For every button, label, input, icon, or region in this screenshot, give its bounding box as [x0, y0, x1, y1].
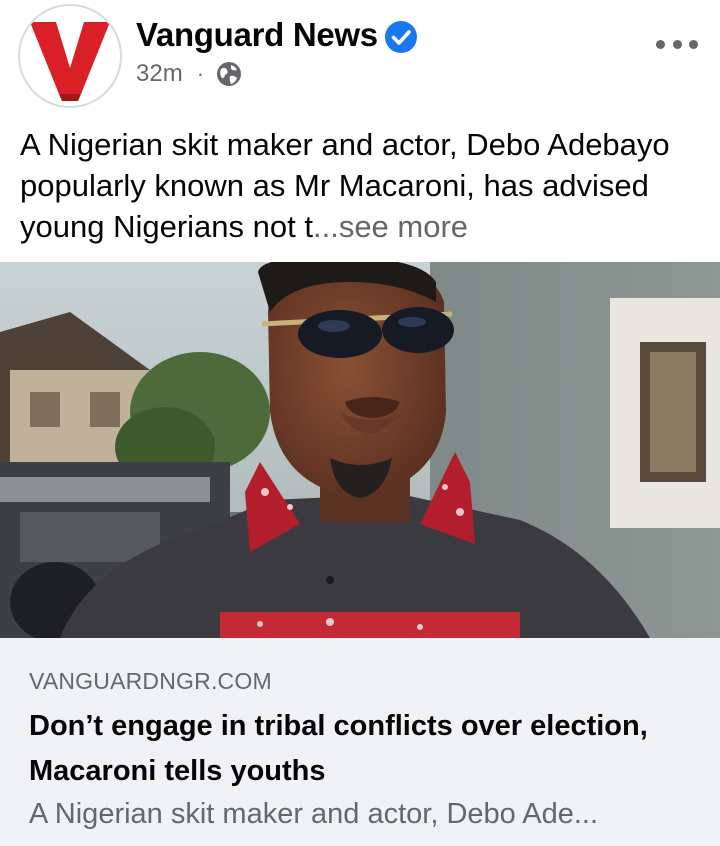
link-preview-card[interactable]: VANGUARDNGR.COM Don’t engage in tribal c… — [0, 638, 720, 846]
post-header: Vanguard News 32m · — [0, 0, 720, 112]
caption-ellipsis: ... — [312, 209, 339, 244]
more-options-icon[interactable] — [656, 28, 698, 60]
vanguard-logo-icon — [30, 22, 110, 101]
see-more-link[interactable]: see more — [339, 209, 468, 244]
meta-separator: · — [196, 61, 205, 86]
post-caption: A Nigerian skit maker and actor, Debo Ad… — [20, 124, 710, 247]
post-image[interactable] — [0, 262, 720, 638]
link-title[interactable]: Don’t engage in tribal conflicts over el… — [29, 704, 689, 794]
page-avatar[interactable] — [18, 4, 122, 108]
page-name-link[interactable]: Vanguard News — [136, 16, 378, 54]
post-timestamp[interactable]: 32m — [136, 60, 183, 88]
globe-icon — [217, 62, 242, 86]
link-description: A Nigerian skit maker and actor, Debo Ad… — [29, 798, 599, 830]
post-meta: 32m · — [136, 58, 242, 90]
link-domain: VANGUARDNGR.COM — [29, 668, 272, 694]
verified-badge-icon — [385, 21, 417, 53]
